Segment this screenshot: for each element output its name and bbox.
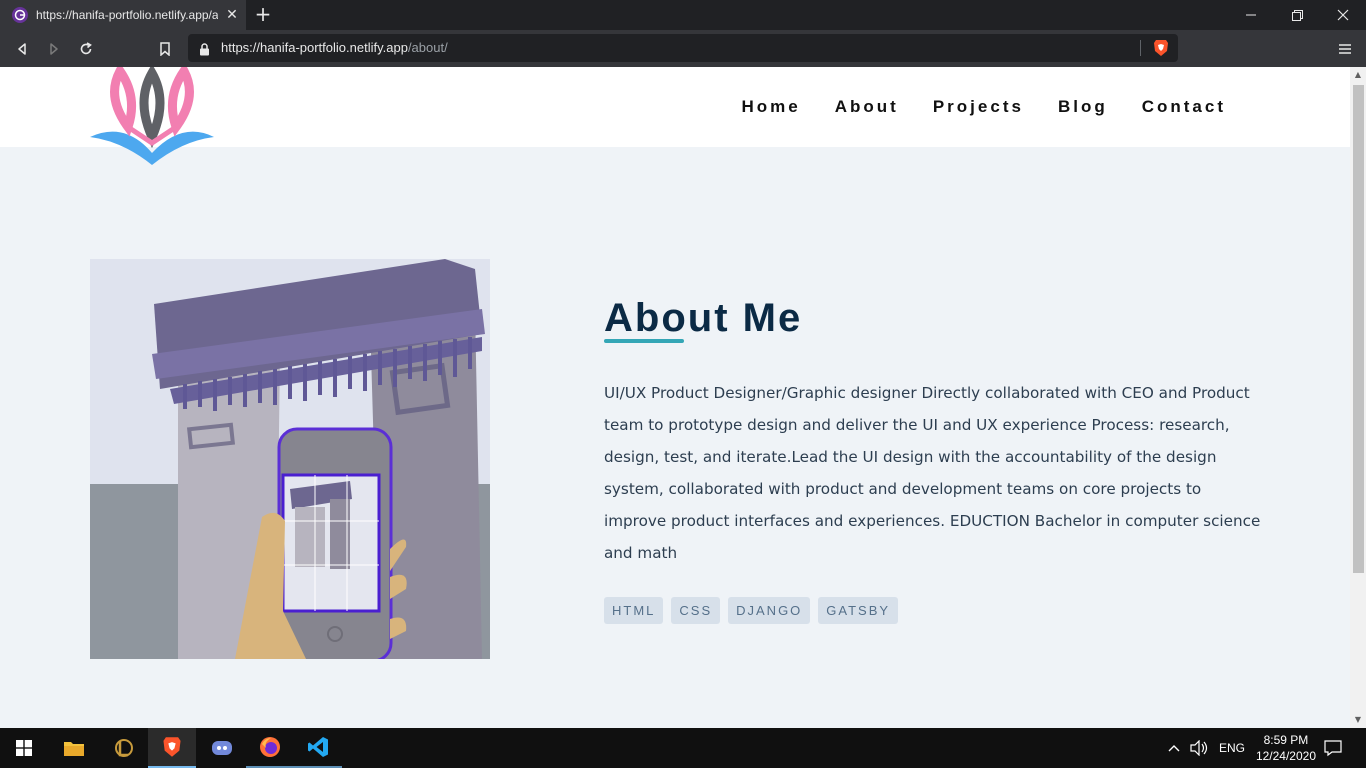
tag-django: DJANGO [728, 597, 811, 624]
nav-projects[interactable]: Projects [933, 97, 1024, 117]
vscode-icon[interactable] [294, 728, 342, 768]
about-title: About Me [604, 296, 803, 340]
notification-center-icon[interactable] [1324, 728, 1342, 768]
about-section: About Me UI/UX Product Designer/Graphic … [604, 295, 1264, 624]
gatsby-favicon-icon [12, 7, 28, 23]
language-indicator[interactable]: ENG [1219, 728, 1245, 768]
new-tab-button[interactable]: + [252, 4, 274, 26]
url-text: https://hanifa-portfolio.netlify.app/abo… [221, 40, 448, 55]
nav-contact[interactable]: Contact [1142, 97, 1226, 117]
nav-home[interactable]: Home [742, 97, 801, 117]
restore-button[interactable] [1274, 0, 1320, 30]
forward-button[interactable] [43, 38, 65, 60]
close-tab-icon[interactable]: ✕ [224, 7, 240, 23]
system-clock[interactable]: 8:59 PM 12/24/2020 [1256, 732, 1316, 764]
tag-css: CSS [671, 597, 721, 624]
tag-html: HTML [604, 597, 664, 624]
browser-toolbar: https://hanifa-portfolio.netlify.app/abo… [0, 30, 1366, 67]
browser-tab[interactable]: https://hanifa-portfolio.netlify.app/abo… [0, 0, 246, 30]
file-explorer-icon[interactable] [50, 728, 98, 768]
discord-icon[interactable] [198, 728, 246, 768]
brave-shields-icon[interactable] [1153, 39, 1169, 61]
url-host: https://hanifa-portfolio.netlify.app [221, 40, 408, 55]
skill-tags: HTML CSS DJANGO GATSBY [604, 597, 1264, 624]
minimize-button[interactable] [1228, 0, 1274, 30]
lotus-logo[interactable] [90, 67, 216, 169]
address-bar[interactable]: https://hanifa-portfolio.netlify.app/abo… [188, 34, 1178, 62]
scroll-down-icon[interactable]: ▼ [1350, 712, 1366, 728]
scroll-up-icon[interactable]: ▲ [1350, 67, 1366, 83]
close-window-button[interactable] [1320, 0, 1366, 30]
page-viewport: Home About Projects Blog Contact About M… [0, 67, 1366, 728]
clock-date: 12/24/2020 [1255, 749, 1316, 763]
back-button[interactable] [11, 38, 33, 60]
league-of-legends-icon[interactable] [100, 728, 148, 768]
browser-tab-strip: https://hanifa-portfolio.netlify.app/abo… [0, 0, 1366, 30]
show-hidden-icons[interactable] [1168, 728, 1180, 768]
tag-gatsby: GATSBY [818, 597, 899, 624]
clock-time: 8:59 PM [1263, 733, 1309, 747]
lock-icon [199, 41, 210, 60]
browser-menu-icon[interactable] [1334, 38, 1356, 60]
url-separator [1140, 40, 1141, 56]
about-illustration [90, 259, 490, 659]
nav-about[interactable]: About [835, 97, 899, 117]
bookmark-icon[interactable] [154, 38, 176, 60]
main-nav: Home About Projects Blog Contact [742, 97, 1226, 117]
volume-icon[interactable] [1190, 728, 1208, 768]
nav-blog[interactable]: Blog [1058, 97, 1108, 117]
about-description: UI/UX Product Designer/Graphic designer … [604, 384, 1261, 562]
page-scrollbar[interactable]: ▲ ▼ [1350, 67, 1366, 728]
start-icon[interactable] [0, 728, 48, 768]
brave-icon[interactable] [148, 728, 196, 768]
site-header: Home About Projects Blog Contact [0, 67, 1350, 165]
scrollbar-thumb[interactable] [1353, 85, 1364, 573]
firefox-icon[interactable] [246, 728, 294, 768]
tab-title: https://hanifa-portfolio.netlify.app/abo… [36, 8, 218, 22]
reload-button[interactable] [75, 38, 97, 60]
windows-taskbar: ENG 8:59 PM 12/24/2020 [0, 728, 1366, 768]
url-path: /about/ [407, 40, 448, 55]
